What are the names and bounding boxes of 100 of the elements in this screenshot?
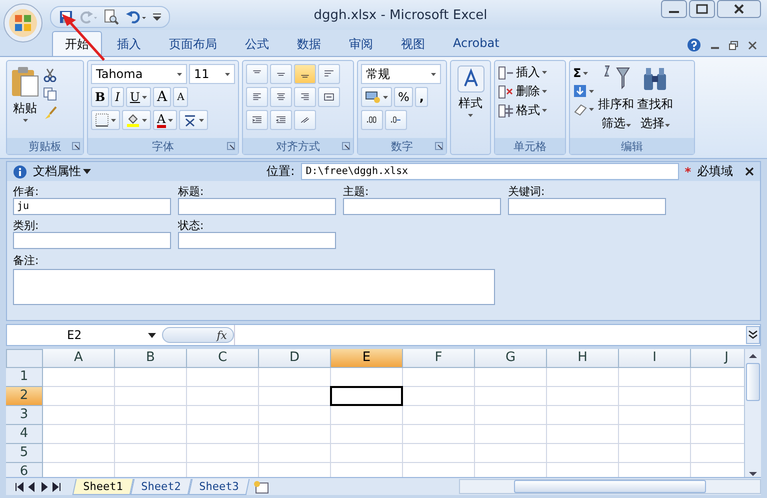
- input-field[interactable]: [508, 198, 666, 215]
- restore-icon[interactable]: [729, 40, 738, 50]
- insert-function-button[interactable]: fx: [162, 327, 234, 343]
- insert-button[interactable]: 插入: [498, 64, 547, 81]
- group-label: 数字: [391, 138, 413, 154]
- column-header[interactable]: C: [187, 349, 259, 368]
- italic-button[interactable]: I: [111, 87, 124, 107]
- align-icon[interactable]: [270, 110, 292, 130]
- scroll-up-icon[interactable]: [748, 353, 758, 359]
- group-label: 单元格: [514, 138, 546, 154]
- bold-button[interactable]: B: [91, 87, 110, 107]
- phonetic-button[interactable]: [178, 110, 208, 130]
- column-header[interactable]: A: [43, 349, 115, 368]
- font-color-button[interactable]: A: [153, 110, 177, 130]
- ribbon-tab[interactable]: 视图: [388, 31, 438, 56]
- ribbon-tab[interactable]: 审阅: [336, 31, 386, 56]
- align-icon[interactable]: [246, 87, 268, 107]
- redo-icon[interactable]: [79, 10, 97, 24]
- align-icon[interactable]: [270, 87, 292, 107]
- field-label: 状态:: [178, 218, 205, 232]
- properties-menu[interactable]: 文档属性: [33, 163, 91, 180]
- help-icon[interactable]: [687, 38, 701, 52]
- field-label: 主题:: [343, 184, 370, 198]
- input-field[interactable]: [13, 232, 171, 249]
- dialog-launcher-icon[interactable]: [72, 142, 80, 150]
- close-icon[interactable]: [748, 40, 757, 50]
- row-header[interactable]: 6: [6, 463, 43, 477]
- brush-icon[interactable]: [43, 106, 57, 120]
- scissors-icon[interactable]: [43, 68, 57, 82]
- align-icon[interactable]: [246, 110, 268, 130]
- grow-font-button[interactable]: A: [153, 87, 172, 107]
- row-header[interactable]: 4: [6, 425, 43, 444]
- row-header[interactable]: 3: [6, 406, 43, 425]
- copy-icon[interactable]: [43, 87, 57, 101]
- font-name-field[interactable]: Tahoma: [91, 64, 187, 84]
- input-field[interactable]: ju: [13, 198, 171, 215]
- decrease-decimal-icon[interactable]: [385, 110, 407, 130]
- sheet-tab[interactable]: Sheet2: [130, 478, 192, 494]
- eraser-icon[interactable]: [573, 102, 595, 116]
- undo-icon[interactable]: [125, 10, 147, 24]
- scroll-down-icon[interactable]: [748, 471, 758, 477]
- ribbon-tab[interactable]: 页面布局: [156, 31, 230, 56]
- row-header[interactable]: 5: [6, 444, 43, 463]
- delete-button[interactable]: 删除: [498, 83, 547, 100]
- vertical-scrollbar[interactable]: [744, 349, 761, 477]
- row-header[interactable]: 2: [6, 387, 43, 406]
- input-field[interactable]: [178, 198, 336, 215]
- underline-button[interactable]: U: [126, 87, 152, 107]
- find-select-button[interactable]: 查找和 选择: [637, 64, 673, 135]
- ribbon-tab[interactable]: 数据: [284, 31, 334, 56]
- ribbon-tab[interactable]: 插入: [104, 31, 154, 56]
- minimize-button[interactable]: [661, 0, 687, 18]
- input-field[interactable]: [178, 232, 336, 249]
- column-header[interactable]: E: [331, 349, 403, 368]
- row-header[interactable]: 1: [6, 368, 43, 387]
- align-icon[interactable]: [294, 87, 316, 107]
- format-button[interactable]: 格式: [498, 102, 547, 119]
- fill-color-button[interactable]: [122, 110, 151, 130]
- border-button[interactable]: [91, 110, 120, 130]
- dropdown-icon: [431, 72, 436, 76]
- shrink-font-button[interactable]: A: [173, 87, 188, 107]
- sheet-tab[interactable]: Sheet1: [72, 478, 134, 494]
- dialog-launcher-icon[interactable]: [435, 142, 443, 150]
- sheet-tab[interactable]: Sheet3: [188, 478, 249, 494]
- column-header[interactable]: D: [259, 349, 331, 368]
- column-header[interactable]: G: [475, 349, 547, 368]
- number-format-field[interactable]: 常规: [361, 64, 441, 84]
- paste-button[interactable]: 粘贴: [10, 64, 40, 135]
- close-icon[interactable]: [745, 167, 754, 176]
- name-box[interactable]: E2: [7, 328, 162, 342]
- ribbon-tab[interactable]: Acrobat: [440, 31, 512, 56]
- column-header[interactable]: J: [691, 349, 744, 368]
- dialog-launcher-icon[interactable]: [227, 142, 235, 150]
- print-preview-icon[interactable]: [103, 9, 119, 25]
- autosum-button[interactable]: Σ: [573, 66, 595, 80]
- font-size-field[interactable]: 11: [189, 64, 235, 84]
- location-field: D:\free\dggh.xlsx: [300, 163, 679, 180]
- dialog-launcher-icon[interactable]: [342, 142, 350, 150]
- fill-down-icon[interactable]: [573, 84, 595, 98]
- column-header[interactable]: H: [547, 349, 619, 368]
- comma-button[interactable]: ,: [415, 87, 428, 107]
- column-header[interactable]: F: [403, 349, 475, 368]
- horizontal-scrollbar[interactable]: [459, 479, 761, 494]
- paint-bucket-icon: [126, 113, 140, 127]
- percent-button[interactable]: %: [394, 87, 414, 107]
- customize-icon[interactable]: [153, 13, 161, 21]
- column-header[interactable]: I: [619, 349, 691, 368]
- ribbon-tab[interactable]: 公式: [232, 31, 282, 56]
- increase-decimal-icon[interactable]: [361, 110, 383, 130]
- column-header[interactable]: B: [115, 349, 187, 368]
- dropdown-icon: [626, 124, 630, 127]
- expand-icon[interactable]: [746, 326, 760, 344]
- select-all-button[interactable]: [6, 349, 43, 368]
- close-button[interactable]: [717, 0, 761, 18]
- scroll-thumb[interactable]: [746, 363, 760, 401]
- input-field[interactable]: [343, 198, 501, 215]
- maximize-button[interactable]: [689, 0, 715, 18]
- sort-filter-button[interactable]: 排序和 筛选: [598, 64, 634, 135]
- notes-field[interactable]: [13, 269, 495, 305]
- currency-button[interactable]: [361, 87, 392, 107]
